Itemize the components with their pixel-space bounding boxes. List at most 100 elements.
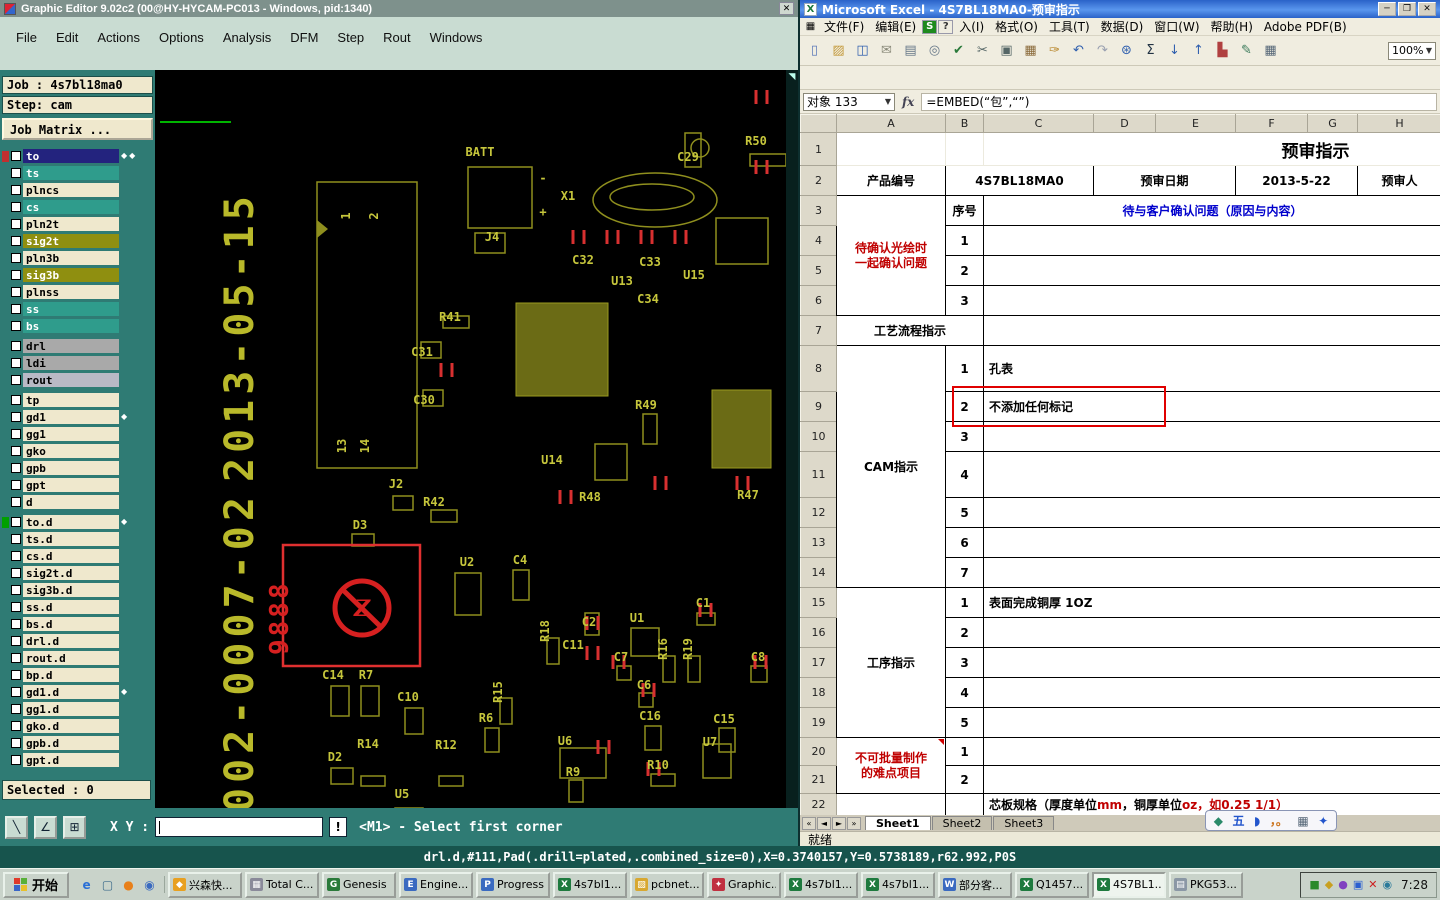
tray-antivirus-icon[interactable]: ■ bbox=[1309, 879, 1319, 890]
layer-name[interactable]: bp.d bbox=[23, 668, 119, 682]
row-header[interactable]: 2 bbox=[800, 165, 837, 196]
layer-name[interactable]: gpb bbox=[23, 461, 119, 475]
taskbar-button[interactable]: X 4s7bl1... bbox=[861, 871, 936, 898]
cell[interactable] bbox=[983, 315, 1440, 346]
row-header[interactable]: 5 bbox=[800, 255, 837, 286]
row-header[interactable]: 17 bbox=[800, 647, 837, 678]
row-header[interactable]: 15 bbox=[800, 587, 837, 618]
format-painter-icon[interactable]: ✑ bbox=[1044, 40, 1065, 61]
layer-name[interactable]: tp bbox=[23, 393, 119, 407]
layer-name[interactable]: to.d bbox=[23, 515, 119, 529]
cell[interactable] bbox=[983, 451, 1440, 498]
xl-menu-item[interactable]: 入(I) bbox=[954, 18, 989, 35]
ime-punct-icon[interactable]: ，。 bbox=[1270, 812, 1288, 829]
xl-menu-item[interactable]: 编辑(E) bbox=[870, 18, 921, 35]
layer-name[interactable]: pln3b bbox=[23, 251, 119, 265]
layer-name[interactable]: ts.d bbox=[23, 532, 119, 546]
layer-checkbox[interactable] bbox=[11, 551, 21, 561]
close-icon[interactable]: ✕ bbox=[779, 2, 794, 15]
layer-checkbox[interactable] bbox=[11, 463, 21, 473]
layer-name[interactable]: ss bbox=[23, 302, 119, 316]
layer-checkbox[interactable] bbox=[11, 253, 21, 263]
xl-menu-item[interactable]: 数据(D) bbox=[1096, 18, 1149, 35]
column-header[interactable]: B bbox=[945, 114, 984, 133]
hyperlink-icon[interactable]: ⊛ bbox=[1116, 40, 1137, 61]
layer-name[interactable]: ts bbox=[23, 166, 119, 180]
cell[interactable] bbox=[945, 132, 984, 166]
print-preview-icon[interactable]: ◎ bbox=[924, 40, 945, 61]
cell[interactable]: 工艺流程指示 bbox=[836, 315, 984, 346]
cell[interactable]: 预审人 bbox=[1357, 165, 1440, 196]
cell[interactable]: 3 bbox=[945, 647, 984, 678]
column-header[interactable]: E bbox=[1155, 114, 1236, 133]
cell[interactable]: 7 bbox=[945, 557, 984, 588]
tab-first-icon[interactable]: « bbox=[802, 816, 816, 830]
menu-rout[interactable]: Rout bbox=[383, 30, 410, 45]
layer-checkbox[interactable] bbox=[11, 497, 21, 507]
layer-checkbox[interactable] bbox=[11, 517, 21, 527]
cut-icon[interactable]: ✂ bbox=[972, 40, 993, 61]
formula-input[interactable]: =EMBED(“包”,“”) bbox=[921, 92, 1437, 111]
layer-checkbox[interactable] bbox=[11, 412, 21, 422]
row-header[interactable]: 10 bbox=[800, 421, 837, 452]
outlook-icon[interactable]: ◉ bbox=[141, 876, 158, 893]
sheet-tab[interactable]: Sheet2 bbox=[931, 816, 993, 830]
tray-messenger-icon[interactable]: ● bbox=[1338, 879, 1348, 890]
cell[interactable]: 5 bbox=[945, 497, 984, 528]
tray-volume-muted-icon[interactable]: ✕ bbox=[1368, 879, 1377, 890]
cell[interactable]: 4 bbox=[945, 677, 984, 708]
layer-checkbox[interactable] bbox=[11, 202, 21, 212]
measure-tool-icon[interactable]: ∠ bbox=[34, 815, 57, 839]
layer-checkbox[interactable] bbox=[11, 168, 21, 178]
row-header[interactable]: 6 bbox=[800, 285, 837, 316]
cell[interactable]: 待确认光绘时 一起确认问题 bbox=[836, 195, 946, 316]
sheet-tab[interactable]: Sheet3 bbox=[993, 816, 1055, 830]
layer-name[interactable]: rout.d bbox=[23, 651, 119, 665]
layer-name[interactable]: gpt.d bbox=[23, 753, 119, 767]
taskbar-button[interactable]: ▨ pcbnet... bbox=[630, 871, 705, 898]
cell[interactable]: 4 bbox=[945, 451, 984, 498]
layer-checkbox[interactable] bbox=[11, 287, 21, 297]
column-header[interactable]: D bbox=[1093, 114, 1156, 133]
layer-name[interactable]: to bbox=[23, 149, 119, 163]
layer-name[interactable]: plncs bbox=[23, 183, 119, 197]
zoom-combobox[interactable]: 100% ▼ bbox=[1388, 41, 1436, 60]
cell[interactable] bbox=[983, 677, 1440, 708]
ime-settings-icon[interactable]: ✦ bbox=[1318, 814, 1328, 828]
taskbar-button[interactable]: X 4s7bl1... bbox=[553, 871, 628, 898]
cell[interactable]: 2 bbox=[945, 255, 984, 286]
cell[interactable]: 6 bbox=[945, 527, 984, 558]
column-header[interactable]: C bbox=[983, 114, 1094, 133]
layer-checkbox[interactable] bbox=[11, 185, 21, 195]
row-header[interactable]: 13 bbox=[800, 527, 837, 558]
layer-name[interactable]: gg1.d bbox=[23, 702, 119, 716]
tab-prev-icon[interactable]: ◄ bbox=[817, 816, 831, 830]
layer-name[interactable]: sig2t.d bbox=[23, 566, 119, 580]
cell[interactable] bbox=[983, 255, 1440, 286]
layer-checkbox[interactable] bbox=[11, 236, 21, 246]
media-player-icon[interactable]: ● bbox=[120, 876, 137, 893]
undo-icon[interactable]: ↶ bbox=[1068, 40, 1089, 61]
ime-wubi-icon[interactable]: 五 bbox=[1232, 812, 1244, 829]
taskbar-button[interactable]: ◆ 兴森快... bbox=[168, 871, 243, 898]
restore-icon[interactable]: ❐ bbox=[1398, 2, 1416, 16]
tab-next-icon[interactable]: ► bbox=[832, 816, 846, 830]
pcb-canvas[interactable]: 2013-05-15 002-0007-02 9888 Z BATT - + X1 C2… bbox=[155, 70, 786, 808]
menu-windows[interactable]: Windows bbox=[430, 30, 483, 45]
layer-name[interactable]: cs bbox=[23, 200, 119, 214]
taskbar-button[interactable]: ▦ Total C... bbox=[245, 871, 320, 898]
start-button[interactable]: 开始 bbox=[3, 871, 70, 898]
layer-name[interactable]: sig3b.d bbox=[23, 583, 119, 597]
layer-name[interactable]: cs.d bbox=[23, 549, 119, 563]
cell[interactable]: 1 bbox=[945, 737, 984, 766]
layer-checkbox[interactable] bbox=[11, 653, 21, 663]
cell[interactable]: 孔表 bbox=[983, 345, 1440, 392]
xl-menu-item[interactable]: 格式(O) bbox=[990, 18, 1043, 35]
cell[interactable]: 工序指示 bbox=[836, 587, 946, 738]
mail-icon[interactable]: ✉ bbox=[876, 40, 897, 61]
xl-menu-item[interactable]: 窗口(W) bbox=[1149, 18, 1204, 35]
chart-wizard-icon[interactable]: ▙ bbox=[1212, 40, 1233, 61]
selection-rectangle[interactable] bbox=[281, 543, 422, 668]
cell[interactable] bbox=[983, 527, 1440, 558]
ie-icon[interactable]: e bbox=[78, 876, 95, 893]
